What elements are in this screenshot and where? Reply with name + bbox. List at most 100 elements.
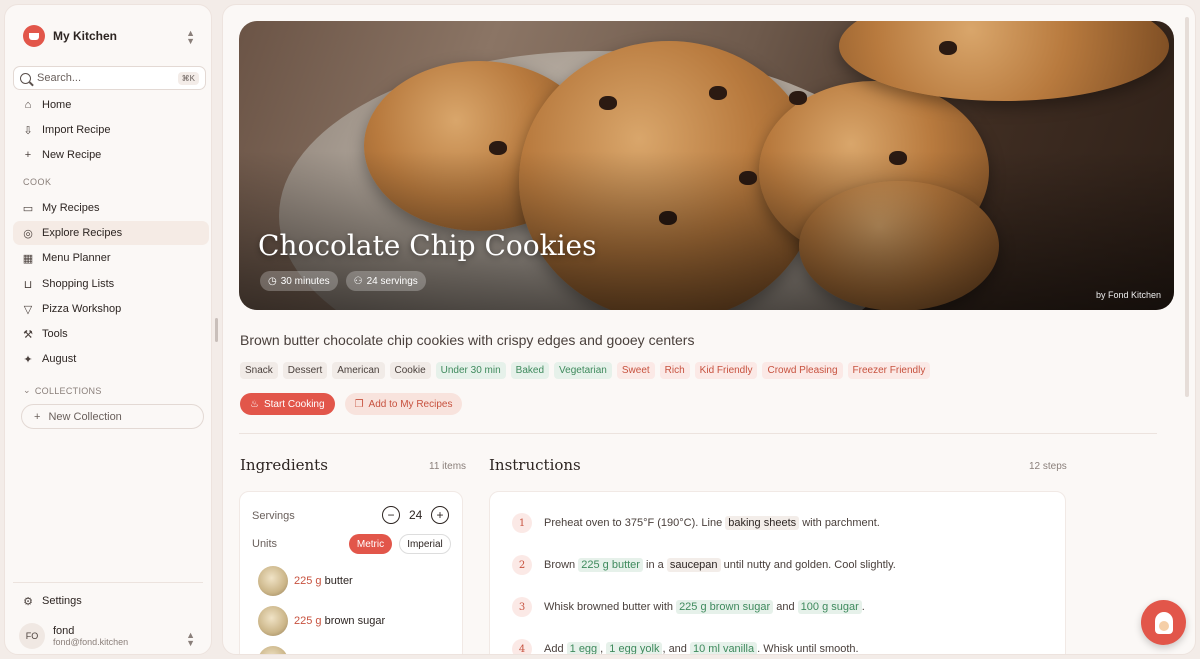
chef-assistant-button[interactable] bbox=[1141, 600, 1186, 645]
recipe-tag[interactable]: Crowd Pleasing bbox=[762, 362, 843, 379]
main-scrollbar[interactable] bbox=[1185, 17, 1189, 397]
recipe-tag[interactable]: Rich bbox=[659, 362, 690, 379]
home-icon: ⌂ bbox=[24, 99, 32, 111]
sidebar-item-import-recipe[interactable]: ⇩ Import Recipe bbox=[13, 118, 209, 142]
start-cooking-label: Start Cooking bbox=[263, 398, 325, 410]
ingredient-highlight[interactable]: 10 ml vanilla bbox=[689, 642, 758, 654]
recipe-tag[interactable]: Sweet bbox=[616, 362, 655, 379]
ingredient-row[interactable] bbox=[258, 646, 288, 654]
pot-icon: ♨ bbox=[250, 398, 259, 410]
step-text-segment: . bbox=[861, 601, 865, 613]
sidebar-item-label: New Recipe bbox=[42, 149, 102, 161]
chef-icon bbox=[1154, 611, 1173, 634]
wrench-icon: ⚒ bbox=[23, 328, 33, 341]
step-text-segment: until nutty and golden. Cool slightly. bbox=[720, 559, 896, 571]
hero-gradient-overlay bbox=[239, 21, 1174, 310]
add-to-my-recipes-button[interactable]: ❐ Add to My Recipes bbox=[344, 393, 463, 415]
book-icon: ▭ bbox=[22, 202, 34, 215]
servings-label: Servings bbox=[252, 510, 295, 522]
ingredient-highlight[interactable]: 1 egg bbox=[566, 642, 601, 654]
increase-servings-button[interactable]: + bbox=[431, 506, 449, 524]
calendar-icon: ▦ bbox=[22, 252, 34, 265]
new-collection-button[interactable]: + New Collection bbox=[21, 404, 204, 429]
step-text-segment: with parchment. bbox=[799, 517, 880, 529]
recipe-tag[interactable]: American bbox=[332, 362, 385, 379]
ingredient-name: butter bbox=[324, 575, 353, 587]
tool-highlight[interactable]: baking sheets bbox=[725, 516, 800, 530]
step-text-segment: Add bbox=[544, 643, 567, 655]
instruction-step: 3 Whisk browned butter with 225 g brown s… bbox=[512, 597, 865, 617]
instructions-count: 12 steps bbox=[1029, 461, 1067, 472]
recipe-hero-image: Chocolate Chip Cookies ◷ 30 minutes ⚇ 24 s… bbox=[239, 21, 1174, 310]
sidebar-item-explore-recipes[interactable]: ◎ Explore Recipes bbox=[13, 221, 209, 245]
sidebar-item-label: Import Recipe bbox=[42, 124, 111, 136]
sidebar-item-pizza-workshop[interactable]: ▽ Pizza Workshop bbox=[13, 297, 209, 321]
ingredients-count: 11 items bbox=[429, 461, 467, 472]
gear-icon: ⚙ bbox=[23, 595, 33, 608]
sidebar-item-shopping-lists[interactable]: ⊔ Shopping Lists bbox=[13, 272, 209, 296]
recipe-description: Brown butter chocolate chip cookies with… bbox=[240, 332, 695, 348]
unit-metric-toggle[interactable]: Metric bbox=[349, 534, 392, 554]
user-name: fond bbox=[53, 625, 75, 637]
ingredient-thumbnail bbox=[258, 566, 288, 596]
sidebar-item-tools[interactable]: ⚒ Tools bbox=[13, 322, 209, 346]
ingredient-name: brown sugar bbox=[324, 615, 386, 627]
avatar: FO bbox=[19, 623, 45, 649]
tool-highlight[interactable]: saucepan bbox=[666, 558, 721, 572]
sidebar-item-settings[interactable]: ⚙ Settings bbox=[13, 589, 209, 613]
unit-imperial-toggle[interactable]: Imperial bbox=[399, 534, 451, 554]
recipe-tag[interactable]: Vegetarian bbox=[554, 362, 612, 379]
instruction-step: 4 Add 1 egg, 1 egg yolk, and 10 ml vanill… bbox=[512, 639, 859, 655]
search-input[interactable]: Search... ⌘K bbox=[13, 66, 206, 90]
chevron-updown-icon[interactable]: ▲ ▼ bbox=[186, 29, 195, 46]
sidebar-item-new-recipe[interactable]: + New Recipe bbox=[13, 143, 209, 167]
sidebar-item-home[interactable]: ⌂ Home bbox=[13, 93, 209, 117]
user-email: fond@fond.kitchen bbox=[53, 637, 129, 647]
chevron-updown-icon[interactable]: ▲ ▼ bbox=[186, 631, 195, 648]
ingredient-highlight[interactable]: 100 g sugar bbox=[797, 600, 862, 614]
ingredient-highlight[interactable]: 225 g brown sugar bbox=[676, 600, 774, 614]
cart-icon: ⊔ bbox=[23, 278, 33, 291]
recipe-tag[interactable]: Under 30 min bbox=[435, 362, 506, 379]
plus-icon: + bbox=[24, 149, 32, 161]
servings-value: 24 bbox=[409, 508, 423, 522]
decrease-servings-button[interactable]: − bbox=[382, 506, 400, 524]
ingredient-highlight[interactable]: 225 g butter bbox=[578, 558, 643, 572]
step-number: 4 bbox=[512, 639, 532, 654]
ingredient-highlight[interactable]: 1 egg yolk bbox=[606, 642, 663, 654]
ingredient-row[interactable]: 225 g butter bbox=[258, 566, 353, 596]
sidebar-item-august[interactable]: ✦ August bbox=[13, 347, 209, 371]
sidebar-divider bbox=[13, 582, 203, 583]
pizza-icon: ▽ bbox=[23, 303, 33, 316]
sidebar-resize-handle[interactable] bbox=[215, 318, 218, 342]
kitchen-switcher[interactable]: My Kitchen bbox=[23, 25, 117, 47]
instructions-card: 1 Preheat oven to 375°F (190°C). Line bak… bbox=[489, 491, 1066, 655]
new-collection-label: New Collection bbox=[48, 410, 122, 423]
recipe-tag[interactable]: Kid Friendly bbox=[694, 362, 758, 379]
kitchen-name: My Kitchen bbox=[53, 29, 118, 43]
recipe-tag[interactable]: Dessert bbox=[282, 362, 328, 379]
sidebar-item-label: Pizza Workshop bbox=[42, 303, 122, 315]
step-number: 3 bbox=[512, 597, 532, 617]
ingredient-row[interactable]: 225 g brown sugar bbox=[258, 606, 385, 636]
people-icon: ⚇ bbox=[353, 275, 363, 287]
sidebar-item-my-recipes[interactable]: ▭ My Recipes bbox=[13, 196, 209, 220]
time-text: 30 minutes bbox=[280, 275, 330, 287]
sidebar-item-label: Settings bbox=[42, 595, 82, 607]
collections-toggle[interactable]: ⌄ COLLECTIONS bbox=[23, 385, 102, 396]
recipe-tag[interactable]: Cookie bbox=[389, 362, 431, 379]
start-cooking-button[interactable]: ♨ Start Cooking bbox=[240, 393, 335, 415]
recipe-tag[interactable]: Snack bbox=[240, 362, 278, 379]
user-menu[interactable]: FO fond fond@fond.kitchen bbox=[19, 623, 128, 649]
collections-label: COLLECTIONS bbox=[34, 385, 102, 396]
search-shortcut: ⌘K bbox=[177, 71, 199, 85]
sidebar: My Kitchen ▲ ▼ Search... ⌘K ⌂ Home ⇩ Impo… bbox=[4, 4, 212, 655]
sidebar-item-label: Menu Planner bbox=[42, 252, 111, 264]
step-number: 2 bbox=[512, 555, 532, 575]
recipe-tag[interactable]: Baked bbox=[510, 362, 550, 379]
recipe-tag[interactable]: Freezer Friendly bbox=[847, 362, 931, 379]
step-text-segment: , and bbox=[662, 643, 690, 655]
recipe-detail: Chocolate Chip Cookies ◷ 30 minutes ⚇ 24 s… bbox=[222, 4, 1196, 655]
sidebar-item-menu-planner[interactable]: ▦ Menu Planner bbox=[13, 246, 209, 270]
clock-icon: ◷ bbox=[268, 275, 277, 287]
